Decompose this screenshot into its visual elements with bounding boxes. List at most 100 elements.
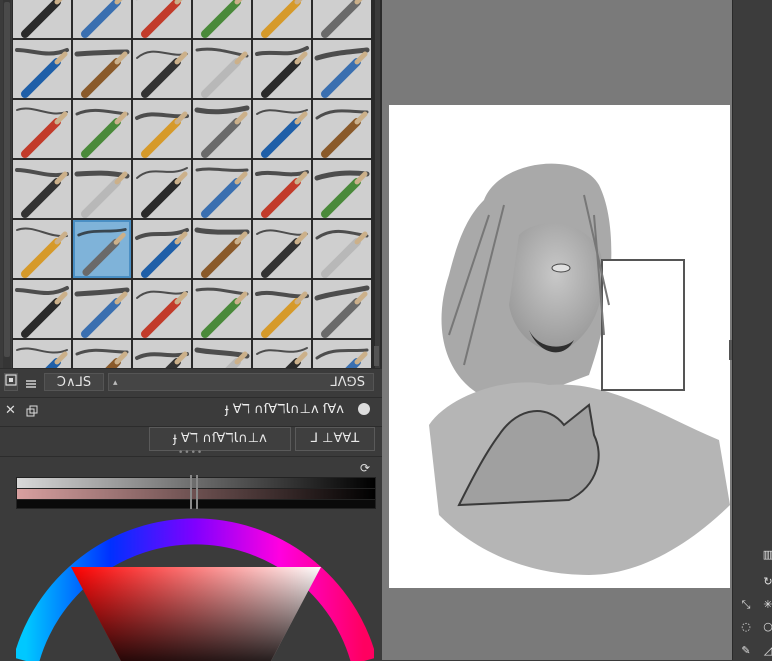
brush-preset-tile[interactable] [313, 0, 371, 38]
close-icon[interactable]: ✕ [5, 403, 16, 418]
brush-preset-tile[interactable] [13, 40, 71, 98]
brush-thumbnail-icon [261, 0, 303, 38]
brush-preset-tile[interactable] [13, 160, 71, 218]
ellipse-select-icon[interactable]: ○ [761, 620, 772, 634]
pick-tool-icon[interactable]: ✎ [739, 644, 753, 658]
brush-thumbnail-icon [16, 227, 68, 278]
docker-menu-icon[interactable] [358, 403, 370, 415]
brush-preset-tile[interactable] [73, 40, 131, 98]
canvas-splitter-handle[interactable] [729, 340, 732, 360]
brush-preset-tile[interactable] [193, 40, 251, 98]
brush-thumbnail-icon [21, 0, 63, 38]
brush-thumbnail-icon [74, 49, 130, 98]
brush-thumbnail-icon [195, 47, 249, 98]
tab-layers[interactable]: ⅃ ⊥∀∀ꓕ [295, 427, 375, 451]
scrollbar-thumb[interactable] [4, 2, 10, 357]
brush-thumbnail-icon [314, 170, 370, 218]
brush-preset-tile[interactable] [13, 280, 71, 338]
brush-preset-tile[interactable] [253, 220, 311, 278]
brush-preset-tile[interactable] [73, 280, 131, 338]
brush-preset-tile[interactable] [73, 220, 131, 278]
brush-preset-tile[interactable] [133, 220, 191, 278]
brush-thumbnail-icon [77, 228, 127, 276]
sketch-artwork [429, 163, 730, 575]
fill-tool-icon[interactable]: ▥ [761, 548, 772, 562]
brush-preset-tile[interactable] [193, 0, 251, 38]
brush-thumbnail-icon [321, 0, 363, 38]
tag-search-field[interactable]: Ɔ∧⅃S [44, 373, 104, 391]
brush-thumbnail-icon [256, 109, 308, 158]
brush-preset-tile[interactable] [313, 220, 371, 278]
brush-preset-tile[interactable] [73, 100, 131, 158]
brush-thumbnail-icon [194, 105, 250, 158]
brush-preset-tile[interactable] [133, 0, 191, 38]
float-icon[interactable] [26, 402, 38, 417]
brush-thumbnail-icon [135, 228, 189, 278]
brush-thumbnail-icon [255, 290, 309, 338]
brush-preset-tile[interactable] [13, 0, 71, 38]
measure-tool-icon[interactable]: ◿ [761, 644, 772, 658]
canvas-document[interactable] [389, 105, 730, 588]
brush-thumbnail-icon [195, 287, 249, 338]
brush-preset-tile[interactable] [253, 160, 311, 218]
brush-thumbnail-icon [314, 285, 370, 338]
brush-preset-tile[interactable] [313, 40, 371, 98]
brush-preset-tile[interactable] [133, 100, 191, 158]
grid-resize-handle[interactable] [374, 346, 379, 366]
brush-preset-tile[interactable] [193, 100, 251, 158]
hue-ring[interactable] [16, 509, 374, 661]
grid-view-icon[interactable] [4, 373, 18, 391]
brush-preset-tile[interactable] [193, 160, 251, 218]
brush-thumbnail-icon [15, 286, 69, 338]
preset-filter-field[interactable]: ▴ ⅃ΛꓨS [108, 373, 374, 391]
slider-cursor[interactable] [190, 475, 198, 509]
brush-thumbnail-icon [315, 229, 369, 278]
brush-preset-tile[interactable] [253, 280, 311, 338]
lasso-tool-icon[interactable]: ◌ [739, 620, 753, 634]
brush-thumbnail-icon [75, 108, 129, 158]
brush-thumbnail-icon [135, 111, 189, 158]
brush-preset-grid [12, 0, 375, 398]
brush-thumbnail-icon [15, 168, 69, 218]
refresh-icon[interactable]: ⟳ [360, 461, 370, 475]
magic-wand-icon[interactable]: ✳ [761, 598, 772, 612]
filter-value: ⅃ΛꓨS [330, 375, 365, 390]
toolbox-strip: ▥ ↻ ⤡ ✳ ◌ ○ ✎ ◿ [732, 0, 772, 660]
brush-preset-tile[interactable] [253, 100, 311, 158]
brush-preset-tile[interactable] [13, 100, 71, 158]
brush-preset-tile[interactable] [73, 0, 131, 38]
brush-toolbar: Ɔ∧⅃S ▴ ⅃ΛꓨS [0, 368, 382, 397]
brush-preset-tile[interactable] [13, 220, 71, 278]
brush-thumbnail-icon [194, 227, 250, 278]
brush-preset-tile[interactable] [73, 160, 131, 218]
brush-preset-tile[interactable] [253, 40, 311, 98]
brush-preset-tile[interactable] [193, 280, 251, 338]
brush-thumbnail-icon [15, 48, 69, 98]
transform-tool-icon[interactable]: ⤡ [739, 598, 753, 612]
brush-thumbnail-icon [136, 50, 188, 98]
brush-thumbnail-icon [141, 0, 183, 38]
brush-thumbnail-icon [256, 229, 308, 278]
brush-thumbnail-icon [74, 287, 130, 338]
docker-title: ɟ ∀ℸ ∩ſ∀ℸƖ∩⊥ʌ ſ∀ʌ [225, 402, 344, 417]
brush-preset-tile[interactable] [133, 160, 191, 218]
brush-preset-tile[interactable] [133, 40, 191, 98]
brush-thumbnail-icon [315, 109, 369, 158]
rotate-tool-icon[interactable]: ↻ [761, 575, 772, 589]
advanced-color-selector: ⟳ [0, 456, 382, 661]
brush-preset-tile[interactable] [313, 280, 371, 338]
brush-thumbnail-icon [314, 47, 370, 98]
brush-thumbnail-icon [74, 170, 130, 218]
brush-thumbnail-icon [255, 170, 309, 218]
brush-preset-tile[interactable] [313, 160, 371, 218]
dropdown-arrow-icon: ▴ [113, 378, 118, 388]
brush-preset-tile[interactable] [313, 100, 371, 158]
brush-preset-tile[interactable] [133, 280, 191, 338]
docker-title-bar: ✕ ɟ ∀ℸ ∩ſ∀ℸƖ∩⊥ʌ ſ∀ʌ [0, 397, 382, 426]
brush-grid-scrollbar[interactable] [3, 0, 11, 368]
brush-preset-tile[interactable] [193, 220, 251, 278]
brush-thumbnail-icon [201, 0, 243, 38]
tab-brush-presets[interactable]: ɟ ∀ℸ ∩ſ∀ℸƖ∩⊥ʌ [149, 427, 291, 451]
list-view-icon[interactable] [25, 375, 39, 389]
brush-preset-tile[interactable] [253, 0, 311, 38]
